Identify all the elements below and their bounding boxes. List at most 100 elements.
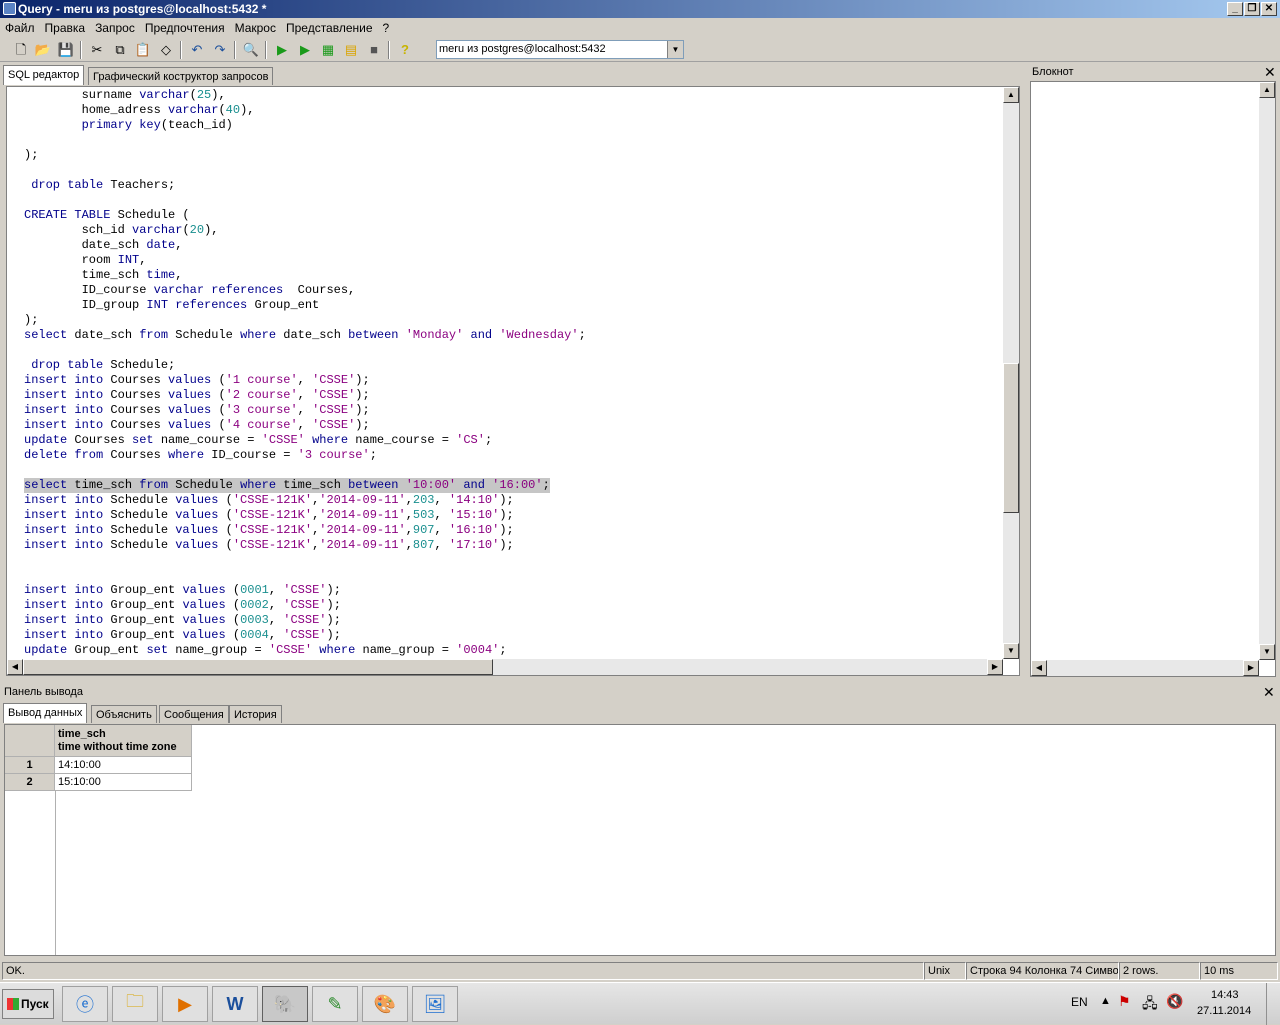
word-icon[interactable]: W [212, 986, 258, 1022]
code-line[interactable]: select date_sch from Schedule where date… [24, 328, 1004, 343]
help-icon[interactable]: ? [396, 41, 414, 59]
code-line[interactable]: select time_sch from Schedule where time… [24, 478, 1004, 493]
file-manager-icon[interactable]: 🗀 [112, 986, 158, 1022]
execute-to-file-icon[interactable]: ▶ [296, 41, 314, 59]
sql-editor[interactable]: surname varchar(25), home_adress varchar… [6, 86, 1020, 676]
code-area[interactable]: surname varchar(25), home_adress varchar… [24, 88, 1004, 658]
tab-messages[interactable]: Сообщения [159, 705, 229, 723]
execute-icon[interactable]: ▶ [273, 41, 291, 59]
connection-select[interactable]: meru из postgres@localhost:5432 ▼ [436, 40, 684, 59]
code-line[interactable]: ); [24, 148, 1004, 163]
code-line[interactable] [24, 193, 1004, 208]
image-viewer-icon[interactable]: 🖼 [412, 986, 458, 1022]
code-line[interactable]: room INT, [24, 253, 1004, 268]
code-line[interactable] [24, 343, 1004, 358]
code-line[interactable]: home_adress varchar(40), [24, 103, 1004, 118]
scroll-thumb[interactable] [1003, 363, 1019, 513]
notepadpp-icon[interactable]: ✎ [312, 986, 358, 1022]
copy-icon[interactable]: ⧉ [111, 41, 129, 59]
maximize-button[interactable]: ❐ [1244, 2, 1260, 16]
scroll-up-icon[interactable]: ▲ [1259, 82, 1275, 98]
scroll-left-icon[interactable]: ◀ [7, 659, 23, 675]
code-line[interactable]: insert into Group_ent values (0002, 'CSS… [24, 598, 1004, 613]
new-file-icon[interactable]: 🗋 [12, 41, 30, 59]
code-line[interactable] [24, 133, 1004, 148]
code-line[interactable]: insert into Schedule values ('CSSE-121K'… [24, 538, 1004, 553]
code-line[interactable]: update Courses set name_course = 'CSSE' … [24, 433, 1004, 448]
notepad-horizontal-scrollbar[interactable]: ◀ ▶ [1031, 660, 1259, 676]
code-line[interactable]: insert into Courses values ('3 course', … [24, 403, 1004, 418]
row-header[interactable]: 1 [5, 757, 55, 774]
code-line[interactable] [24, 463, 1004, 478]
grid-cell[interactable]: 14:10:00 [55, 757, 192, 774]
volume-icon[interactable]: 🔇 [1166, 993, 1183, 1010]
open-folder-icon[interactable]: 📂 [34, 41, 52, 59]
clock-time[interactable]: 14:43 [1211, 989, 1239, 1001]
menu-view[interactable]: Представление [281, 18, 378, 38]
clock-date[interactable]: 27.11.2014 [1197, 1005, 1251, 1017]
media-player-icon[interactable]: ▶ [162, 986, 208, 1022]
scroll-thumb-horizontal[interactable] [23, 659, 493, 675]
chevron-down-icon[interactable]: ▼ [667, 41, 683, 58]
explain-analyze-icon[interactable]: ▤ [342, 41, 360, 59]
code-line[interactable]: insert into Schedule values ('CSSE-121K'… [24, 523, 1004, 538]
menu-macros[interactable]: Макрос [230, 18, 281, 38]
code-line[interactable]: primary key(teach_id) [24, 118, 1004, 133]
notepad-textarea[interactable]: ▲ ▼ ◀ ▶ [1030, 81, 1276, 677]
menu-preferences[interactable]: Предпочтения [140, 18, 230, 38]
menu-file[interactable]: Файл [0, 18, 40, 38]
code-line[interactable] [24, 163, 1004, 178]
close-icon[interactable]: ✕ [1263, 684, 1275, 701]
find-icon[interactable]: 🔍 [242, 41, 260, 59]
tab-data-output[interactable]: Вывод данных [3, 703, 88, 723]
scroll-right-icon[interactable]: ▶ [1243, 660, 1259, 676]
stop-icon[interactable]: ■ [365, 41, 383, 59]
row-header[interactable]: 2 [5, 774, 55, 791]
menu-help[interactable]: ? [378, 18, 395, 38]
code-line[interactable]: sch_id varchar(20), [24, 223, 1004, 238]
code-line[interactable]: surname varchar(25), [24, 88, 1004, 103]
code-line[interactable]: ID_group INT references Group_ent [24, 298, 1004, 313]
code-line[interactable]: insert into Group_ent values (0004, 'CSS… [24, 628, 1004, 643]
code-line[interactable]: CREATE TABLE Schedule ( [24, 208, 1004, 223]
tab-sql-editor[interactable]: SQL редактор [3, 65, 85, 85]
pgadmin-icon[interactable]: 🐘 [262, 986, 308, 1022]
tab-history[interactable]: История [229, 705, 282, 723]
code-line[interactable]: drop table Teachers; [24, 178, 1004, 193]
tab-graphical-builder[interactable]: Графический коструктор запросов [88, 67, 274, 85]
network-icon[interactable]: 🖧 [1142, 993, 1158, 1017]
column-header[interactable]: time_sch time without time zone [55, 725, 192, 757]
tab-explain[interactable]: Объяснить [91, 705, 157, 723]
code-line[interactable]: ); [24, 313, 1004, 328]
scroll-up-icon[interactable]: ▲ [1003, 87, 1019, 103]
code-line[interactable]: insert into Schedule values ('CSSE-121K'… [24, 493, 1004, 508]
code-line[interactable]: insert into Courses values ('2 course', … [24, 388, 1004, 403]
minimize-button[interactable]: _ [1227, 2, 1243, 16]
redo-icon[interactable]: ↷ [211, 41, 229, 59]
chevron-up-icon[interactable]: ▲ [1100, 995, 1111, 1007]
code-line[interactable]: date_sch date, [24, 238, 1004, 253]
editor-horizontal-scrollbar[interactable]: ◀ ▶ [7, 659, 1003, 675]
code-line[interactable]: insert into Schedule values ('CSSE-121K'… [24, 508, 1004, 523]
language-indicator[interactable]: EN [1071, 995, 1088, 1009]
grid-cell[interactable]: 15:10:00 [55, 774, 192, 791]
clear-icon[interactable]: ◇ [157, 41, 175, 59]
code-line[interactable]: insert into Courses values ('4 course', … [24, 418, 1004, 433]
cut-icon[interactable]: ✂ [88, 41, 106, 59]
code-line[interactable]: delete from Courses where ID_course = '3… [24, 448, 1004, 463]
menu-edit[interactable]: Правка [40, 18, 91, 38]
code-line[interactable]: time_sch time, [24, 268, 1004, 283]
notepad-vertical-scrollbar[interactable]: ▲ ▼ [1259, 82, 1275, 660]
code-line[interactable]: insert into Courses values ('1 course', … [24, 373, 1004, 388]
code-line[interactable]: insert into Group_ent values (0001, 'CSS… [24, 583, 1004, 598]
show-desktop-button[interactable] [1266, 983, 1280, 1025]
scroll-left-icon[interactable]: ◀ [1031, 660, 1047, 676]
grid-corner[interactable] [5, 725, 55, 757]
scroll-down-icon[interactable]: ▼ [1259, 644, 1275, 660]
editor-vertical-scrollbar[interactable]: ▲ ▼ [1003, 87, 1019, 659]
code-line[interactable] [24, 553, 1004, 568]
close-icon[interactable]: ✕ [1264, 64, 1276, 81]
action-center-icon[interactable]: ⚑ [1118, 993, 1131, 1010]
code-line[interactable]: ID_course varchar references Courses, [24, 283, 1004, 298]
code-line[interactable]: drop table Schedule; [24, 358, 1004, 373]
